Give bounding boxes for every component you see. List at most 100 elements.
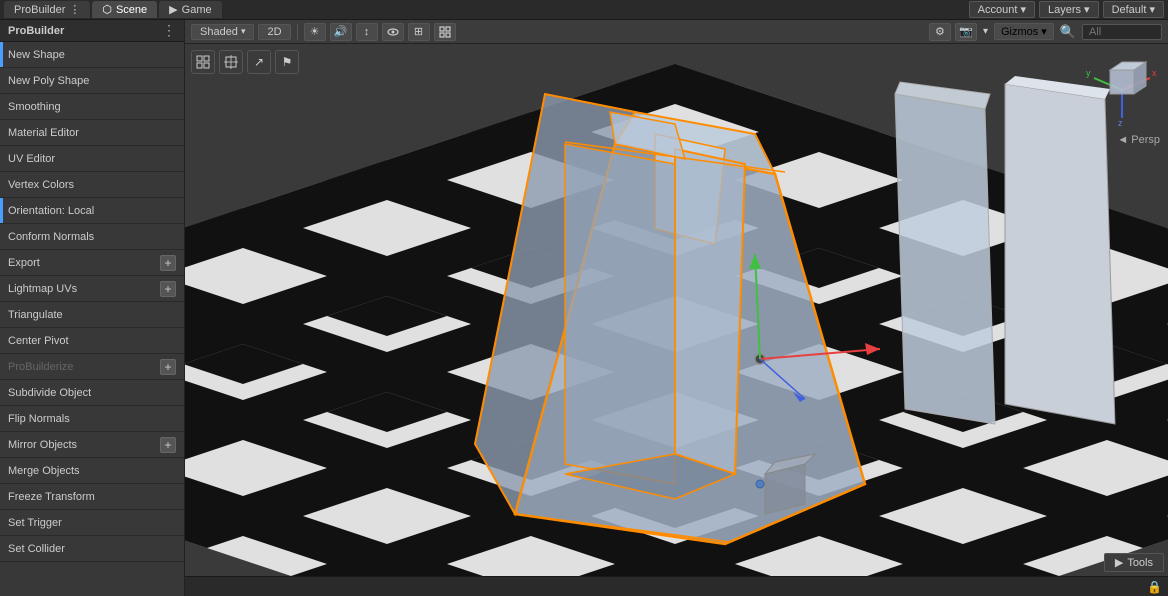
svg-text:x: x — [1152, 68, 1157, 78]
gizmos-label: Gizmos — [1001, 26, 1038, 38]
scene-canvas[interactable]: ↗ ⚑ x y z ◄ Persp — [185, 44, 1168, 576]
menu-label-new-poly-shape: New Poly Shape — [8, 75, 176, 87]
menu-item-new-shape[interactable]: New Shape — [0, 42, 184, 68]
scene-search-input[interactable] — [1082, 24, 1162, 40]
accent-bar — [0, 224, 3, 249]
scene-tab[interactable]: ⬡ Scene — [92, 1, 157, 18]
scene-icon: ⬡ — [102, 3, 112, 16]
camera-icon-btn[interactable]: 📷 — [955, 23, 977, 41]
probuilder-menu-icon[interactable]: ⋮ — [69, 3, 80, 16]
shading-dropdown[interactable]: Shaded — [191, 24, 254, 40]
game-icon: ▶ — [169, 3, 177, 16]
menu-item-probuilderize[interactable]: ProBuilderize + — [0, 354, 184, 380]
separator-1 — [297, 24, 298, 40]
tools-button[interactable]: ▶ Tools — [1104, 553, 1164, 572]
accent-bar — [0, 432, 3, 457]
sun-icon-btn[interactable]: ☀ — [304, 23, 326, 41]
2d-button[interactable]: 2D — [258, 24, 290, 40]
menu-item-freeze-transform[interactable]: Freeze Transform — [0, 484, 184, 510]
accent-bar — [0, 172, 3, 197]
scene-icon-arrow[interactable]: ↗ — [247, 50, 271, 74]
layers-button[interactable]: Layers ▾ — [1039, 1, 1099, 18]
scene-icon-transform[interactable] — [219, 50, 243, 74]
settings-icon-btn[interactable]: ⚙ — [929, 23, 951, 41]
menu-item-vertex-colors[interactable]: Vertex Colors — [0, 172, 184, 198]
accent-bar — [0, 250, 3, 275]
accent-bar — [0, 406, 3, 431]
top-bar: ProBuilder ⋮ ⬡ Scene ▶ Game Account ▾ La… — [0, 0, 1168, 20]
export-plus-btn[interactable]: + — [160, 255, 176, 271]
default-layout-button[interactable]: Default ▾ — [1103, 1, 1164, 18]
probuilder-tab-label: ProBuilder — [14, 4, 65, 16]
tab-bar: ProBuilder ⋮ ⬡ Scene ▶ Game — [4, 1, 222, 18]
menu-label-flip-normals: Flip Normals — [8, 413, 176, 425]
accent-bar — [0, 276, 3, 301]
game-tab-label: Game — [182, 4, 212, 16]
panel-menu-icon[interactable]: ⋮ — [162, 22, 176, 39]
gizmos-button[interactable]: Gizmos ▾ — [994, 23, 1054, 40]
gizmos-arrow: ▾ — [1041, 25, 1047, 38]
accent-bar — [0, 146, 3, 171]
persp-label: ◄ Persp — [1117, 134, 1160, 146]
scene-icon-flag[interactable]: ⚑ — [275, 50, 299, 74]
menu-item-new-poly-shape[interactable]: New Poly Shape — [0, 68, 184, 94]
menu-item-lightmap-uvs[interactable]: Lightmap UVs + — [0, 276, 184, 302]
status-bar: 🔒 — [185, 576, 1168, 596]
accent-bar — [0, 484, 3, 509]
menu-item-export[interactable]: Export + — [0, 250, 184, 276]
effects-icon-btn[interactable]: ↕ — [356, 23, 378, 41]
accent-bar — [0, 354, 3, 379]
accent-bar — [0, 380, 3, 405]
menu-label-uv-editor: UV Editor — [8, 153, 176, 165]
menu-item-set-collider[interactable]: Set Collider — [0, 536, 184, 562]
accent-bar — [0, 510, 3, 535]
menu-item-uv-editor[interactable]: UV Editor — [0, 146, 184, 172]
probuilder-header: ProBuilder ⋮ — [0, 20, 184, 42]
tools-arrow: ▶ — [1115, 556, 1123, 569]
right-toolbar: ⚙ 📷 ▾ Gizmos ▾ 🔍 — [923, 20, 1168, 44]
lightmap-plus-btn[interactable]: + — [160, 281, 176, 297]
menu-label-set-trigger: Set Trigger — [8, 517, 176, 529]
persp-text: ◄ Persp — [1117, 134, 1160, 146]
extra-icon-btn[interactable] — [434, 23, 456, 41]
menu-item-mirror-objects[interactable]: Mirror Objects + — [0, 432, 184, 458]
menu-item-subdivide-object[interactable]: Subdivide Object — [0, 380, 184, 406]
scene-viewport[interactable]: ↗ ⚑ x y z ◄ Persp — [185, 44, 1168, 576]
accent-bar — [0, 198, 3, 223]
panel-title: ProBuilder — [8, 25, 64, 37]
menu-item-set-trigger[interactable]: Set Trigger — [0, 510, 184, 536]
menu-label-smoothing: Smoothing — [8, 101, 176, 113]
menu-label-material-editor: Material Editor — [8, 127, 176, 139]
menu-label-set-collider: Set Collider — [8, 543, 176, 555]
menu-item-triangulate[interactable]: Triangulate — [0, 302, 184, 328]
menu-item-conform-normals[interactable]: Conform Normals — [0, 224, 184, 250]
camera-arrow: ▾ — [983, 26, 988, 37]
lock-icon[interactable]: 🔒 — [1147, 580, 1162, 594]
probuilderize-plus-btn[interactable]: + — [160, 359, 176, 375]
visibility-icon-btn[interactable] — [382, 23, 404, 41]
menu-item-center-pivot[interactable]: Center Pivot — [0, 328, 184, 354]
game-tab[interactable]: ▶ Game — [159, 1, 221, 18]
menu-item-merge-objects[interactable]: Merge Objects — [0, 458, 184, 484]
menu-item-orientation[interactable]: Orientation: Local — [0, 198, 184, 224]
menu-item-flip-normals[interactable]: Flip Normals — [0, 406, 184, 432]
top-right-controls: Account ▾ Layers ▾ Default ▾ — [969, 1, 1164, 18]
mirror-plus-btn[interactable]: + — [160, 437, 176, 453]
scene-icon-grid[interactable] — [191, 50, 215, 74]
scene-tab-label: Scene — [116, 4, 147, 16]
menu-item-material-editor[interactable]: Material Editor — [0, 120, 184, 146]
svg-text:z: z — [1118, 118, 1123, 128]
accent-bar — [0, 68, 3, 93]
menu-label-lightmap-uvs: Lightmap UVs — [8, 283, 160, 295]
grid-icon-btn[interactable]: ⊞ — [408, 23, 430, 41]
menu-label-probuilderize: ProBuilderize — [8, 361, 160, 373]
probuilder-tab[interactable]: ProBuilder ⋮ — [4, 1, 90, 18]
tools-label: Tools — [1127, 557, 1153, 569]
shading-label: Shaded — [200, 26, 238, 38]
menu-item-smoothing[interactable]: Smoothing — [0, 94, 184, 120]
account-button[interactable]: Account ▾ — [969, 1, 1035, 18]
gizmo-cube[interactable]: x y z — [1082, 50, 1162, 130]
menu-label-triangulate: Triangulate — [8, 309, 176, 321]
menu-label-freeze-transform: Freeze Transform — [8, 491, 176, 503]
audio-icon-btn[interactable]: 🔊 — [330, 23, 352, 41]
